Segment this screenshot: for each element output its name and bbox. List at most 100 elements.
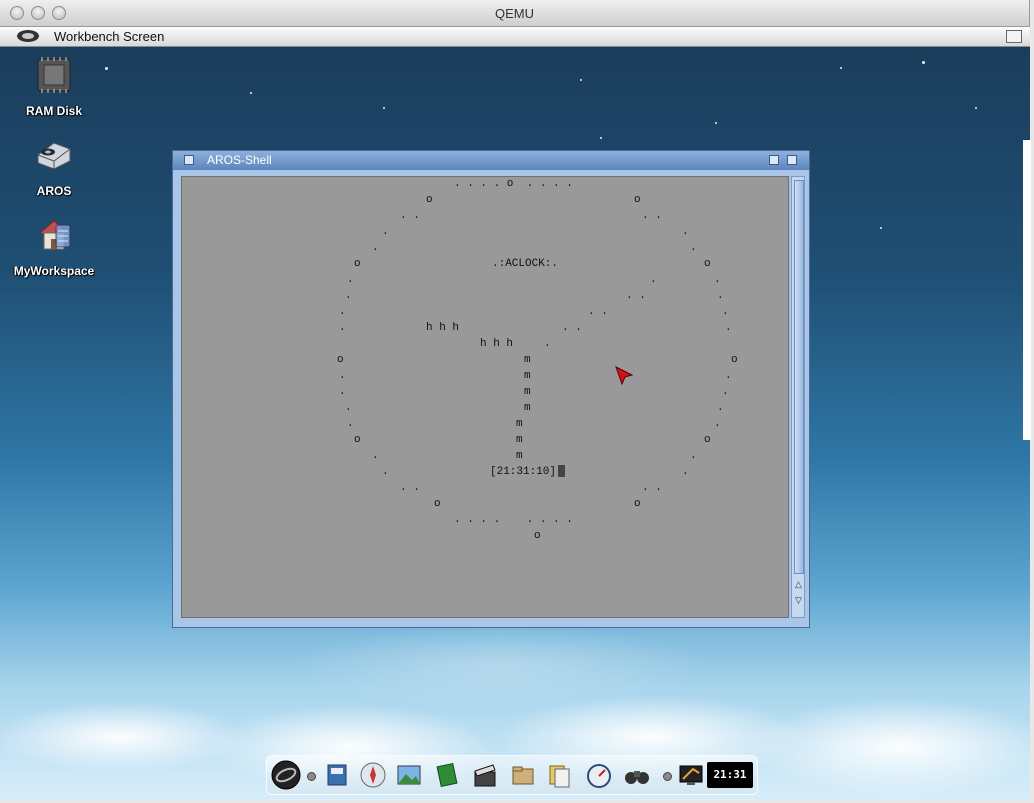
clock-dial: . bbox=[372, 242, 379, 254]
minute-hand: m bbox=[516, 450, 523, 462]
shell-close-gadget-icon[interactable] bbox=[184, 155, 194, 165]
qemu-window: QEMU Workbench Screen RAM Disk AROS MyWo… bbox=[0, 0, 1030, 800]
clock-dial: . bbox=[714, 418, 721, 430]
book-icon[interactable] bbox=[433, 761, 461, 789]
clock-dial-bottom: . . . . . . . . bbox=[454, 514, 573, 526]
clock-dial: . . bbox=[400, 210, 420, 222]
shell-title: AROS-Shell bbox=[207, 153, 272, 167]
text-cursor bbox=[558, 465, 566, 477]
desktop-icon-label: RAM Disk bbox=[25, 104, 82, 118]
screen-title: Workbench Screen bbox=[54, 29, 165, 44]
clock-dial: . bbox=[339, 370, 346, 382]
second-hand: . bbox=[650, 274, 657, 286]
clock-dial: o bbox=[354, 258, 361, 270]
clock-dial: . bbox=[682, 226, 689, 238]
clock-dial: . bbox=[339, 386, 346, 398]
clock-dial: . bbox=[382, 466, 389, 478]
second-hand: . . bbox=[588, 306, 608, 318]
binoculars-icon[interactable] bbox=[623, 761, 651, 789]
star bbox=[580, 79, 582, 81]
clock-dial: . bbox=[725, 322, 732, 334]
star bbox=[880, 227, 882, 229]
time-text: [21:31:10] bbox=[490, 465, 557, 478]
dock-bar: 21:31 bbox=[266, 755, 758, 795]
dock-separator bbox=[307, 772, 316, 781]
scroll-up-arrow-icon[interactable]: △ bbox=[794, 579, 803, 589]
files-icon[interactable] bbox=[545, 761, 573, 789]
clock-dial: . bbox=[382, 226, 389, 238]
minute-hand: m bbox=[524, 354, 531, 366]
picture-icon[interactable] bbox=[395, 761, 423, 789]
aros-logo-icon[interactable] bbox=[16, 28, 40, 44]
clock-dial: . bbox=[345, 290, 352, 302]
clapper-icon[interactable] bbox=[471, 761, 499, 789]
clock-dial: . bbox=[717, 290, 724, 302]
display-icon[interactable] bbox=[677, 761, 705, 789]
star bbox=[715, 122, 717, 124]
clock-dial: o bbox=[634, 498, 641, 510]
shell-titlebar[interactable]: AROS-Shell bbox=[173, 151, 809, 170]
clock-dial-left: o bbox=[337, 354, 344, 366]
minute-hand: m bbox=[524, 386, 531, 398]
console-area[interactable]: . . . . o . . . . o o . . . . . . . . o … bbox=[181, 176, 789, 618]
desktop-icon-myworkspace[interactable]: MyWorkspace bbox=[4, 215, 104, 278]
ram-disk-chip-icon bbox=[37, 57, 71, 93]
aros-shell-window[interactable]: AROS-Shell . . . . o . . . . o o . . . .… bbox=[172, 150, 810, 628]
desktop-icon-ram-disk[interactable]: RAM Disk bbox=[4, 55, 104, 118]
clock-dial: . bbox=[339, 306, 346, 318]
workbench-desktop[interactable]: RAM Disk AROS MyWorkspace AROS-Shell . .… bbox=[0, 47, 1030, 800]
clock-dial: . bbox=[725, 370, 732, 382]
qemu-titlebar[interactable]: QEMU bbox=[0, 0, 1029, 27]
star bbox=[105, 67, 108, 70]
window-title: QEMU bbox=[495, 6, 534, 21]
mouse-pointer-icon bbox=[615, 366, 634, 386]
scroll-down-arrow-icon[interactable]: ▽ bbox=[794, 595, 803, 605]
clock-dial: . . bbox=[642, 210, 662, 222]
vertical-scrollbar[interactable]: △ ▽ bbox=[791, 176, 805, 618]
clock-dial: o bbox=[426, 194, 433, 206]
clock-dial: o bbox=[704, 258, 711, 270]
clock-dial: . bbox=[717, 402, 724, 414]
clock-dial: . . bbox=[642, 482, 662, 494]
desktop-icon-aros[interactable]: AROS bbox=[4, 135, 104, 198]
scrollbar-knob[interactable] bbox=[794, 180, 804, 574]
hour-hand: h h h bbox=[480, 338, 514, 350]
star bbox=[922, 61, 925, 64]
clock-dial: . bbox=[690, 450, 697, 462]
docs-icon[interactable] bbox=[323, 761, 351, 789]
aros-logo-icon[interactable] bbox=[271, 760, 301, 790]
desktop-icon-label: AROS bbox=[36, 184, 72, 198]
clock-dial: o bbox=[534, 530, 541, 542]
hour-hand: h h h bbox=[426, 322, 460, 334]
clock-dial: o bbox=[704, 434, 711, 446]
clock-dial: . bbox=[339, 322, 346, 334]
workspace-house-icon bbox=[39, 220, 71, 250]
folder-icon[interactable] bbox=[509, 761, 537, 789]
drive-icon bbox=[37, 142, 71, 170]
dock-clock[interactable]: 21:31 bbox=[707, 762, 753, 788]
clock-dial: . bbox=[714, 274, 721, 286]
star bbox=[250, 92, 252, 94]
star bbox=[600, 137, 602, 139]
screen-depth-gadget-icon[interactable] bbox=[1006, 30, 1022, 43]
shell-zoom-gadget-icon[interactable] bbox=[769, 155, 779, 165]
clock-dial: . bbox=[347, 274, 354, 286]
compass-icon[interactable] bbox=[359, 761, 387, 789]
workbench-screen-bar[interactable]: Workbench Screen bbox=[0, 27, 1030, 47]
shell-depth-gadget-icon[interactable] bbox=[787, 155, 797, 165]
star bbox=[975, 107, 977, 109]
star bbox=[840, 67, 842, 69]
clock-dial: . . bbox=[400, 482, 420, 494]
clock-dial: . bbox=[690, 242, 697, 254]
speedometer-icon[interactable] bbox=[585, 761, 613, 789]
dock-separator bbox=[663, 772, 672, 781]
star bbox=[383, 107, 385, 109]
second-hand: . bbox=[544, 338, 551, 350]
time-readout: [21:31:10] bbox=[490, 465, 566, 478]
minute-hand: m bbox=[524, 370, 531, 382]
clock-dial-top: . . . . o . . . . bbox=[454, 178, 573, 190]
clock-dial: . bbox=[722, 306, 729, 318]
second-hand: . . bbox=[626, 290, 646, 302]
clock-dial: . bbox=[345, 402, 352, 414]
minute-hand: m bbox=[516, 434, 523, 446]
